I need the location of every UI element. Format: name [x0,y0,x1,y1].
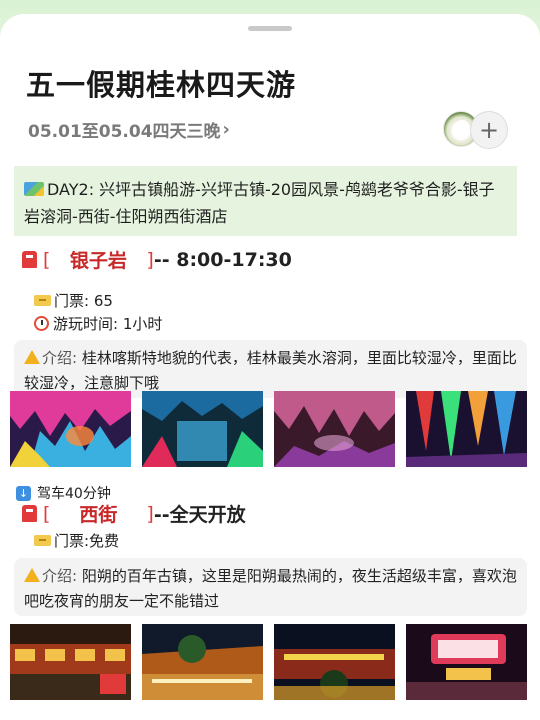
mailbox-icon [22,251,37,268]
street-photo-3[interactable] [274,624,395,700]
down-arrow-icon: ↓ [16,485,31,501]
itinerary-sheet: 五一假期桂林四天游 05.01至05.04四天三晚 › + DAY2: 兴坪古镇… [0,14,540,720]
day-summary-text: DAY2: 兴坪古镇船游-兴坪古镇-20园风景-鸬鹚老爷爷合影-银子岩溶洞-西街… [24,180,495,226]
spot-hours: -- 8:00-17:30 [153,248,292,271]
spot-name: 银子岩 [69,250,127,272]
date-range-text: 05.01至05.04四天三晚 [28,122,221,142]
street-photo-1[interactable] [10,624,131,700]
bracket-open: [ [43,502,51,525]
cave-photo-1[interactable] [10,391,131,467]
note-label: 介绍: [42,567,78,585]
ticket-text: 门票: 65 [54,292,113,310]
spot-note: 介绍: 阳朔的百年古镇，这里是阳朔最热闹的，夜生活超级丰富，喜欢泡吧吃夜宵的朋友… [14,558,527,616]
bracket-close: ] [146,248,154,271]
street-photo-2[interactable] [142,624,263,700]
ticket-icon [34,535,51,546]
chevron-right-icon: › [222,119,230,140]
ticket-info: 门票: 65 [34,290,113,311]
ticket-icon [34,295,51,306]
warning-icon [24,350,40,364]
warning-icon [24,568,40,582]
spot-header-xijie: [ 西街 ] --全天开放 [22,500,246,527]
spot-hours: --全天开放 [153,504,246,526]
street-photo-4[interactable] [406,624,527,700]
duration-info: 游玩时间: 1小时 [34,313,162,334]
drag-handle[interactable] [248,26,292,31]
bracket-open: [ [43,248,51,271]
spot-note: 介绍: 桂林喀斯特地貌的代表，桂林最美水溶洞，里面比较湿冷，里面比较湿冷，注意脚… [14,340,527,398]
day-summary: DAY2: 兴坪古镇船游-兴坪古镇-20园风景-鸬鹚老爷爷合影-银子岩溶洞-西街… [14,166,517,236]
date-range-link[interactable]: 05.01至05.04四天三晚 › [28,117,230,142]
note-label: 介绍: [42,349,78,367]
duration-text: 游玩时间: 1小时 [53,315,163,333]
map-icon [24,182,44,196]
page-title: 五一假期桂林四天游 [26,68,297,102]
cave-photo-2[interactable] [142,391,263,467]
add-collaborator-button[interactable]: + [470,111,508,149]
spot-name: 西街 [79,504,118,526]
mailbox-icon [22,505,37,522]
alarm-clock-icon [34,316,49,331]
ticket-text: 门票:免费 [54,532,120,550]
cave-photo-4[interactable] [406,391,527,467]
cave-photo-3[interactable] [274,391,395,467]
note-text: 桂林喀斯特地貌的代表，桂林最美水溶洞，里面比较湿冷，里面比较湿冷，注意脚下哦 [24,349,517,392]
bracket-close: ] [146,502,154,525]
ticket-info: 门票:免费 [34,530,119,551]
spot-header-yinziyan: [ 银子岩 ] -- 8:00-17:30 [22,246,292,273]
note-text: 阳朔的百年古镇，这里是阳朔最热闹的，夜生活超级丰富，喜欢泡吧吃夜宵的朋友一定不能… [24,567,517,610]
